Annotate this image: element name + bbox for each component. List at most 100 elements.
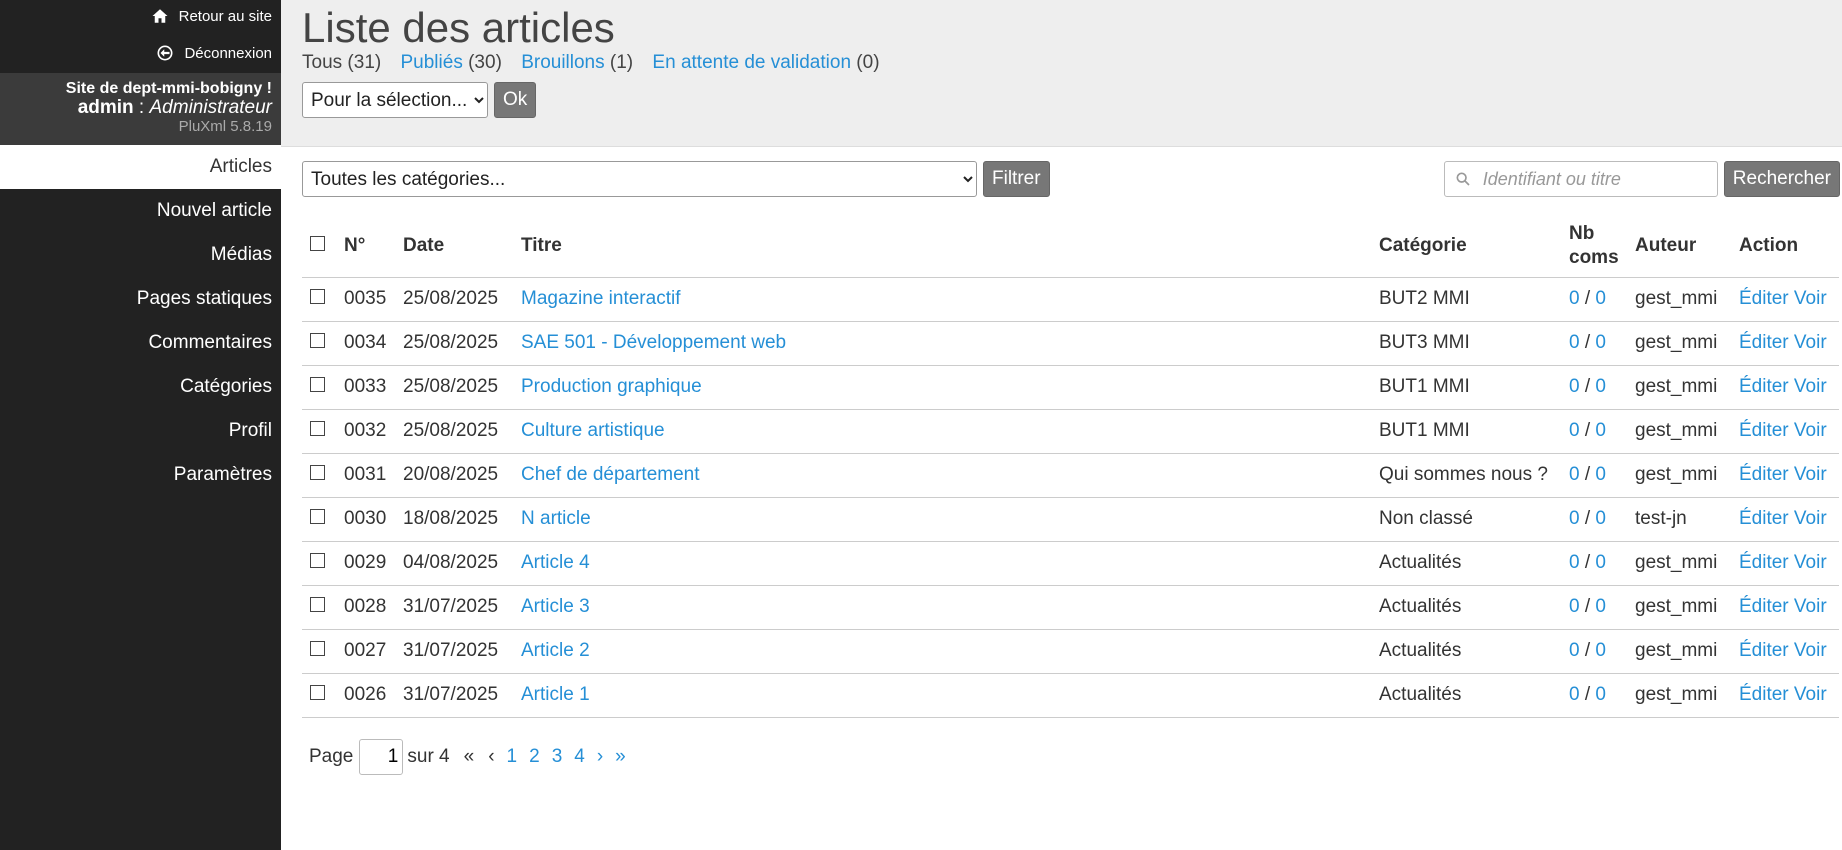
row-coms-total[interactable]: 0	[1595, 684, 1606, 705]
edit-link[interactable]: Éditer	[1739, 464, 1789, 485]
row-title-link[interactable]: Magazine interactif	[521, 288, 680, 309]
category-select[interactable]: Toutes les catégories...	[302, 161, 977, 197]
header-author[interactable]: Auteur	[1627, 215, 1731, 278]
edit-link[interactable]: Éditer	[1739, 508, 1789, 529]
sidebar-item-settings[interactable]: Paramètres	[0, 453, 281, 497]
row-coms-total[interactable]: 0	[1595, 332, 1606, 353]
page-link-2[interactable]: 2	[529, 746, 540, 768]
sidebar-item-articles[interactable]: Articles	[0, 145, 281, 189]
row-coms-new[interactable]: 0	[1569, 332, 1580, 353]
view-link[interactable]: Voir	[1794, 508, 1827, 529]
ok-button[interactable]: Ok	[494, 82, 537, 118]
view-link[interactable]: Voir	[1794, 552, 1827, 573]
view-link[interactable]: Voir	[1794, 640, 1827, 661]
page-link-3[interactable]: 3	[552, 746, 563, 768]
edit-link[interactable]: Éditer	[1739, 288, 1789, 309]
edit-link[interactable]: Éditer	[1739, 376, 1789, 397]
row-coms-total[interactable]: 0	[1595, 508, 1606, 529]
row-coms-total[interactable]: 0	[1595, 288, 1606, 309]
row-coms-total[interactable]: 0	[1595, 552, 1606, 573]
row-checkbox[interactable]	[310, 377, 325, 392]
filter-button[interactable]: Filtrer	[983, 161, 1050, 197]
row-checkbox[interactable]	[310, 641, 325, 656]
next-page-link[interactable]: ›	[597, 746, 603, 768]
view-link[interactable]: Voir	[1794, 332, 1827, 353]
filter-pending-link[interactable]: En attente de validation	[652, 52, 851, 73]
row-checkbox[interactable]	[310, 289, 325, 304]
row-coms-new[interactable]: 0	[1569, 596, 1580, 617]
last-page-link[interactable]: »	[615, 746, 626, 768]
select-all-checkbox[interactable]	[310, 235, 325, 251]
sidebar-item-new-article[interactable]: Nouvel article	[0, 189, 281, 233]
sidebar-item-profile[interactable]: Profil	[0, 409, 281, 453]
row-title-link[interactable]: Chef de département	[521, 464, 700, 485]
filter-drafts-link[interactable]: Brouillons	[521, 52, 604, 73]
header-title[interactable]: Titre	[513, 215, 1371, 278]
row-checkbox[interactable]	[310, 685, 325, 700]
edit-link[interactable]: Éditer	[1739, 552, 1789, 573]
row-title-link[interactable]: N article	[521, 508, 591, 529]
search-box[interactable]	[1443, 161, 1718, 197]
row-checkbox[interactable]	[310, 333, 325, 348]
edit-link[interactable]: Éditer	[1739, 332, 1789, 353]
filter-drafts[interactable]: Brouillons (1)	[521, 52, 633, 73]
logout-link[interactable]: Déconnexion	[156, 44, 272, 62]
first-page-link[interactable]: «	[464, 746, 475, 768]
row-coms-total[interactable]: 0	[1595, 376, 1606, 397]
view-link[interactable]: Voir	[1794, 420, 1827, 441]
row-coms-total[interactable]: 0	[1595, 464, 1606, 485]
view-link[interactable]: Voir	[1794, 596, 1827, 617]
row-checkbox[interactable]	[310, 597, 325, 612]
row-title-link[interactable]: Article 4	[521, 552, 590, 573]
row-coms-new[interactable]: 0	[1569, 640, 1580, 661]
row-coms-new[interactable]: 0	[1569, 376, 1580, 397]
row-coms-total[interactable]: 0	[1595, 596, 1606, 617]
view-link[interactable]: Voir	[1794, 288, 1827, 309]
row-title-link[interactable]: Article 3	[521, 596, 590, 617]
page-link-1[interactable]: 1	[507, 746, 518, 768]
sidebar-item-static-pages[interactable]: Pages statiques	[0, 277, 281, 321]
row-checkbox[interactable]	[310, 421, 325, 436]
row-title-link[interactable]: SAE 501 - Développement web	[521, 332, 786, 353]
view-link[interactable]: Voir	[1794, 464, 1827, 485]
sidebar-item-media[interactable]: Médias	[0, 233, 281, 277]
row-coms-total[interactable]: 0	[1595, 420, 1606, 441]
row-title-link[interactable]: Production graphique	[521, 376, 702, 397]
back-to-site-link[interactable]: Retour au site	[151, 7, 272, 25]
filter-published[interactable]: Publiés (30)	[401, 52, 502, 73]
row-checkbox[interactable]	[310, 509, 325, 524]
view-link[interactable]: Voir	[1794, 684, 1827, 705]
row-title-link[interactable]: Article 2	[521, 640, 590, 661]
page-link-4[interactable]: 4	[574, 746, 585, 768]
row-coms-new[interactable]: 0	[1569, 684, 1580, 705]
header-num[interactable]: N°	[336, 215, 395, 278]
row-coms-new[interactable]: 0	[1569, 552, 1580, 573]
row-checkbox[interactable]	[310, 553, 325, 568]
header-category[interactable]: Catégorie	[1371, 215, 1561, 278]
edit-link[interactable]: Éditer	[1739, 684, 1789, 705]
search-button[interactable]: Rechercher	[1723, 161, 1840, 197]
header-checkbox-cell	[302, 215, 336, 278]
sidebar-item-comments[interactable]: Commentaires	[0, 321, 281, 365]
row-checkbox[interactable]	[310, 465, 325, 480]
filter-pending[interactable]: En attente de validation (0)	[652, 52, 879, 73]
view-link[interactable]: Voir	[1794, 376, 1827, 397]
prev-page-link[interactable]: ‹	[488, 746, 494, 768]
filter-published-link[interactable]: Publiés	[401, 52, 463, 73]
search-input[interactable]	[1482, 168, 1713, 190]
row-coms-new[interactable]: 0	[1569, 420, 1580, 441]
header-date[interactable]: Date	[395, 215, 513, 278]
row-coms-new[interactable]: 0	[1569, 464, 1580, 485]
page-number-input[interactable]	[359, 739, 404, 775]
filter-all[interactable]: Tous (31)	[302, 52, 381, 73]
bulk-action-select[interactable]: Pour la sélection...	[302, 82, 488, 118]
row-coms-total[interactable]: 0	[1595, 640, 1606, 661]
edit-link[interactable]: Éditer	[1739, 420, 1789, 441]
row-coms-new[interactable]: 0	[1569, 288, 1580, 309]
row-title-link[interactable]: Culture artistique	[521, 420, 665, 441]
edit-link[interactable]: Éditer	[1739, 596, 1789, 617]
row-coms-new[interactable]: 0	[1569, 508, 1580, 529]
edit-link[interactable]: Éditer	[1739, 640, 1789, 661]
sidebar-item-categories[interactable]: Catégories	[0, 365, 281, 409]
row-title-link[interactable]: Article 1	[521, 684, 590, 705]
